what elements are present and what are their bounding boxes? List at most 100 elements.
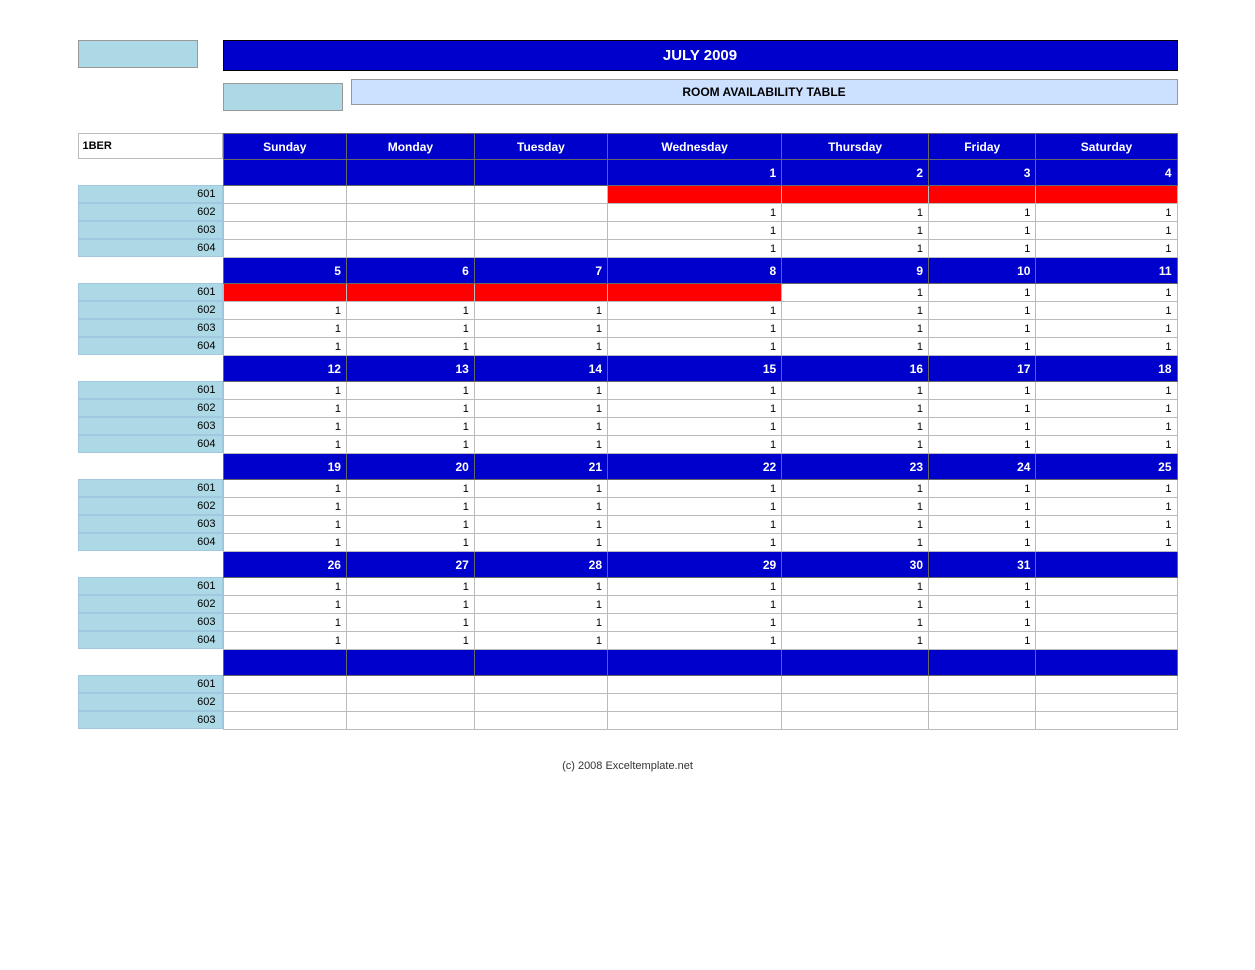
extra-availability-cell xyxy=(782,694,929,712)
availability-cell: 1 xyxy=(223,302,346,320)
room-label: 602 xyxy=(78,203,223,221)
availability-cell: 1 xyxy=(608,632,782,650)
availability-cell: 1 xyxy=(608,240,782,258)
availability-cell: 1 xyxy=(346,480,474,498)
week-spacer-label xyxy=(78,551,223,577)
extra-week-cell xyxy=(1036,650,1177,676)
room-data-row: 1111111 xyxy=(223,516,1177,534)
availability-cell: 1 xyxy=(474,382,607,400)
availability-cell: 1 xyxy=(782,632,929,650)
week-date-cell: 2 xyxy=(782,160,929,186)
availability-cell xyxy=(474,204,607,222)
extra-week-cell xyxy=(608,650,782,676)
availability-cell: 1 xyxy=(929,222,1036,240)
availability-cell: 1 xyxy=(223,400,346,418)
availability-cell: 1 xyxy=(474,436,607,454)
availability-cell: 1 xyxy=(346,632,474,650)
extra-room-label: 601 xyxy=(78,675,223,693)
room-data-row: 111111 xyxy=(223,578,1177,596)
availability-cell: 1 xyxy=(346,302,474,320)
room-label: 603 xyxy=(78,515,223,533)
extra-availability-cell xyxy=(346,712,474,730)
availability-cell: 1 xyxy=(346,534,474,552)
week-date-cell: 24 xyxy=(929,454,1036,480)
availability-cell: 1 xyxy=(929,596,1036,614)
availability-cell xyxy=(223,240,346,258)
availability-cell xyxy=(346,284,474,302)
availability-cell: 1 xyxy=(474,578,607,596)
availability-cell: 1 xyxy=(1036,498,1177,516)
week-date-cell: 3 xyxy=(929,160,1036,186)
availability-cell: 1 xyxy=(782,578,929,596)
availability-cell: 1 xyxy=(608,534,782,552)
calendar-grid: SundayMondayTuesdayWednesdayThursdayFrid… xyxy=(223,133,1178,730)
extra-availability-cell xyxy=(608,712,782,730)
availability-cell: 1 xyxy=(782,596,929,614)
availability-cell: 1 xyxy=(929,338,1036,356)
room-label: 604 xyxy=(78,631,223,649)
availability-cell: 1 xyxy=(608,596,782,614)
availability-cell: 1 xyxy=(474,480,607,498)
availability-cell xyxy=(346,240,474,258)
availability-cell: 1 xyxy=(782,302,929,320)
availability-cell: 1 xyxy=(929,436,1036,454)
week-date-cell: 11 xyxy=(1036,258,1177,284)
availability-cell: 1 xyxy=(782,204,929,222)
room-labels-column: 1BER601602603604601602603604601602603604… xyxy=(78,133,223,729)
availability-cell: 1 xyxy=(1036,320,1177,338)
availability-cell: 1 xyxy=(782,498,929,516)
availability-cell: 1 xyxy=(608,338,782,356)
availability-cell: 1 xyxy=(782,480,929,498)
availability-cell: 1 xyxy=(474,614,607,632)
blue-box-top xyxy=(78,40,198,68)
day-header: Sunday xyxy=(223,134,346,160)
room-data-row: 1111111 xyxy=(223,418,1177,436)
week-date-cell: 18 xyxy=(1036,356,1177,382)
availability-cell: 1 xyxy=(929,480,1036,498)
room-label: 601 xyxy=(78,283,223,301)
room-data-row: 1111111 xyxy=(223,480,1177,498)
availability-cell: 1 xyxy=(474,498,607,516)
availability-cell: 1 xyxy=(929,204,1036,222)
week-date-cell: 31 xyxy=(929,552,1036,578)
availability-cell: 1 xyxy=(929,614,1036,632)
room-label: 601 xyxy=(78,479,223,497)
extra-room-data-row xyxy=(223,676,1177,694)
room-data-row: 111111 xyxy=(223,632,1177,650)
room-label: 602 xyxy=(78,301,223,319)
availability-cell: 1 xyxy=(929,284,1036,302)
week-date-cell xyxy=(223,160,346,186)
room-label: 604 xyxy=(78,435,223,453)
week-date-cell: 7 xyxy=(474,258,607,284)
availability-cell: 1 xyxy=(782,614,929,632)
room-label: 603 xyxy=(78,319,223,337)
room-label: 602 xyxy=(78,595,223,613)
extra-week-cell xyxy=(782,650,929,676)
availability-cell: 1 xyxy=(782,418,929,436)
week-spacer-label xyxy=(78,159,223,185)
week-date-cell: 15 xyxy=(608,356,782,382)
availability-cell: 1 xyxy=(223,596,346,614)
availability-cell: 1 xyxy=(474,596,607,614)
week-date-cell xyxy=(346,160,474,186)
week-date-cell: 28 xyxy=(474,552,607,578)
room-label: 603 xyxy=(78,613,223,631)
room-label: 604 xyxy=(78,533,223,551)
extra-room-label: 603 xyxy=(78,711,223,729)
extra-availability-cell xyxy=(929,694,1036,712)
week-spacer-label xyxy=(78,453,223,479)
availability-cell xyxy=(1036,578,1177,596)
availability-cell xyxy=(1036,596,1177,614)
availability-cell: 1 xyxy=(782,436,929,454)
availability-cell: 1 xyxy=(608,418,782,436)
availability-cell: 1 xyxy=(346,498,474,516)
extra-availability-cell xyxy=(782,676,929,694)
availability-cell: 1 xyxy=(782,382,929,400)
availability-cell: 1 xyxy=(1036,534,1177,552)
availability-cell: 1 xyxy=(346,516,474,534)
week-date-cell: 5 xyxy=(223,258,346,284)
week-date-cell: 19 xyxy=(223,454,346,480)
availability-cell: 1 xyxy=(929,400,1036,418)
availability-cell: 1 xyxy=(608,480,782,498)
availability-cell: 1 xyxy=(346,596,474,614)
